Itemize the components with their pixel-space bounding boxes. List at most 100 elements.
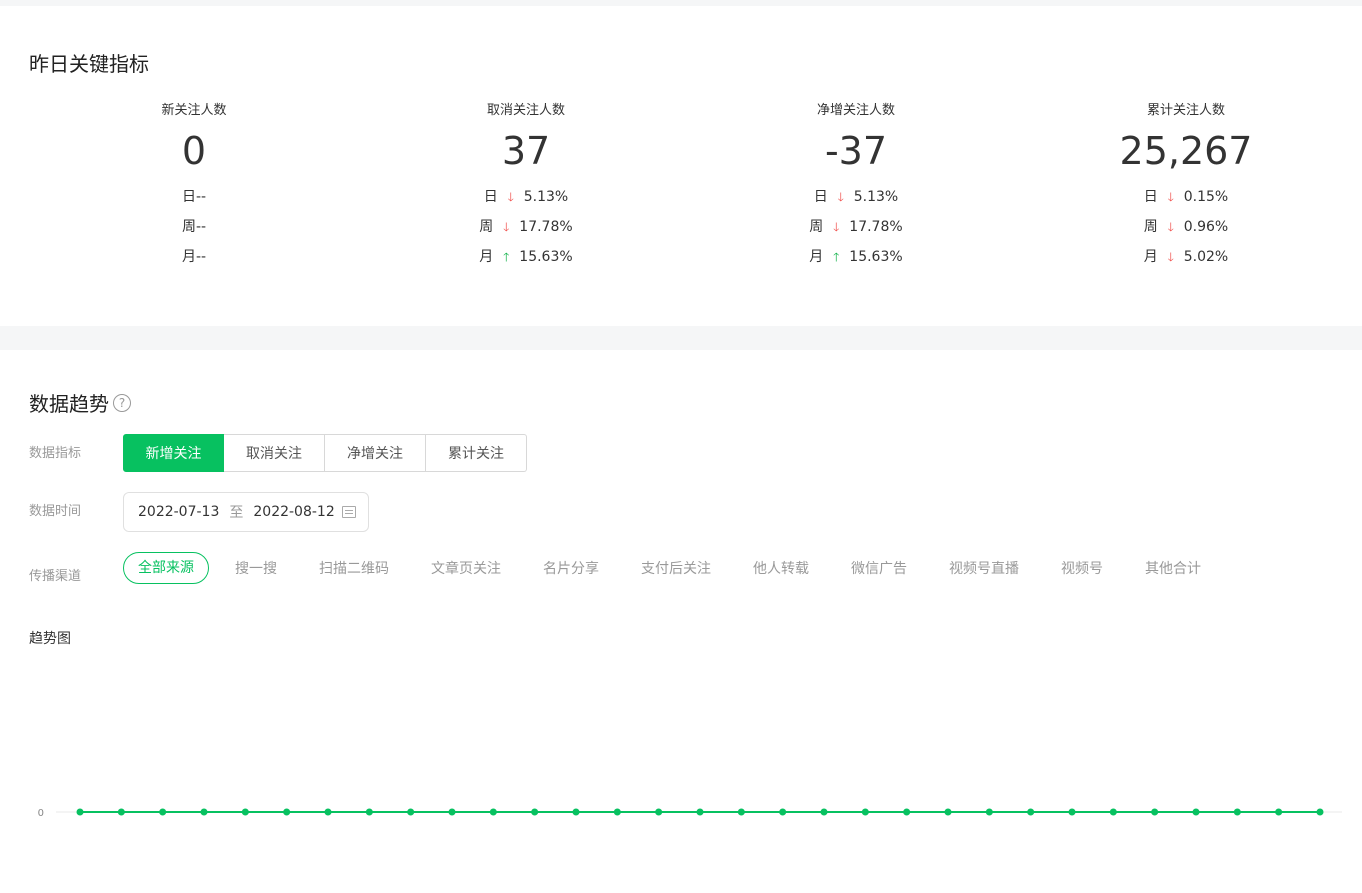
kpi-card-new-followers: 新关注人数 0 日 -- 周 -- 月 -- — [44, 100, 344, 272]
metric-unfollow-button[interactable]: 取消关注 — [224, 434, 325, 472]
kpi-row-key: 日 — [483, 189, 498, 205]
date-range-picker[interactable]: 2022-07-13 至 2022-08-12 — [123, 492, 369, 532]
kpi-row-day: 日 🡓 5.13% — [706, 182, 1006, 212]
kpi-row-key: 月 — [479, 249, 494, 265]
channel-label: 传播渠道 — [29, 569, 82, 584]
arrow-up-icon: 🡑 — [833, 250, 840, 264]
data-point[interactable] — [489, 808, 497, 816]
channel-search[interactable]: 搜一搜 — [235, 558, 277, 578]
arrow-down-icon: 🡓 — [837, 190, 844, 204]
data-point[interactable] — [820, 808, 828, 816]
data-point[interactable] — [1068, 808, 1076, 816]
kpi-label: 新关注人数 — [161, 103, 227, 118]
kpi-row-week: 周 🡓 17.78% — [376, 212, 676, 242]
kpi-row-key: 月 — [181, 249, 196, 265]
section-divider — [0, 326, 1362, 350]
data-point[interactable] — [76, 808, 84, 816]
data-point[interactable] — [324, 808, 332, 816]
channel-card-share[interactable]: 名片分享 — [543, 558, 599, 578]
arrow-down-icon: 🡓 — [833, 220, 840, 234]
kpi-row-value: -- — [195, 219, 207, 235]
kpi-row-day: 日 🡓 0.15% — [1036, 182, 1336, 212]
data-point[interactable] — [241, 808, 249, 816]
kpi-row-week: 周 -- — [44, 212, 344, 242]
arrow-down-icon: 🡓 — [503, 220, 510, 234]
chart-title: 趋势图 — [29, 631, 71, 647]
kpi-card-unfollowers: 取消关注人数 37 日 🡓 5.13% 周 🡓 17.78% 月 🡑 15.63% — [376, 100, 676, 272]
kpi-row-week: 周 🡓 17.78% — [706, 212, 1006, 242]
top-spacer — [0, 0, 1362, 6]
data-point[interactable] — [779, 808, 787, 816]
calendar-icon[interactable] — [342, 506, 356, 518]
kpi-section-title: 昨日关键指标 — [29, 52, 149, 76]
kpi-row-key: 周 — [181, 219, 196, 235]
y-tick-label: 0 — [38, 808, 44, 819]
channel-repost[interactable]: 他人转载 — [753, 558, 809, 578]
data-point[interactable] — [283, 808, 291, 816]
data-point[interactable] — [655, 808, 663, 816]
kpi-row-key: 日 — [1143, 189, 1158, 205]
kpi-card-net-followers: 净增关注人数 -37 日 🡓 5.13% 周 🡓 17.78% 月 🡑 15.63% — [706, 100, 1006, 272]
metric-total-follow-button[interactable]: 累计关注 — [426, 434, 527, 472]
time-label: 数据时间 — [29, 504, 82, 519]
data-point[interactable] — [944, 808, 952, 816]
kpi-row-key: 月 — [1143, 249, 1158, 265]
data-point[interactable] — [1027, 808, 1035, 816]
kpi-row-month: 月 🡑 15.63% — [706, 242, 1006, 272]
metric-button-group: 新增关注 取消关注 净增关注 累计关注 — [123, 434, 527, 472]
data-point[interactable] — [365, 808, 373, 816]
kpi-row-key: 周 — [1143, 219, 1158, 235]
kpi-value: 0 — [181, 129, 207, 173]
metric-new-follow-button[interactable]: 新增关注 — [123, 434, 224, 472]
kpi-row-value: 17.78% — [849, 219, 903, 235]
data-point[interactable] — [407, 808, 415, 816]
data-point[interactable] — [1316, 808, 1324, 816]
kpi-card-total-followers: 累计关注人数 25,267 日 🡓 0.15% 周 🡓 0.96% 月 🡓 5.02% — [1036, 100, 1336, 272]
channel-after-payment[interactable]: 支付后关注 — [641, 558, 711, 578]
data-point[interactable] — [1275, 808, 1283, 816]
channel-all[interactable]: 全部来源 — [123, 552, 209, 584]
metric-label: 数据指标 — [29, 446, 82, 461]
data-point[interactable] — [903, 808, 911, 816]
kpi-row-value: 5.13% — [853, 189, 899, 205]
kpi-row-value: 0.96% — [1183, 219, 1229, 235]
arrow-up-icon: 🡑 — [503, 250, 510, 264]
trend-title-text: 数据趋势 — [29, 392, 109, 416]
data-point[interactable] — [200, 808, 208, 816]
data-point[interactable] — [737, 808, 745, 816]
data-point[interactable] — [159, 808, 167, 816]
channel-article[interactable]: 文章页关注 — [431, 558, 501, 578]
kpi-row-value: -- — [195, 189, 207, 205]
arrow-down-icon: 🡓 — [1167, 250, 1174, 264]
data-point[interactable] — [531, 808, 539, 816]
question-circle-icon[interactable]: ? — [113, 393, 131, 412]
channel-qrcode[interactable]: 扫描二维码 — [319, 558, 389, 578]
data-point[interactable] — [985, 808, 993, 816]
kpi-row-month: 月 🡓 5.02% — [1036, 242, 1336, 272]
kpi-label: 净增关注人数 — [816, 103, 895, 118]
data-point[interactable] — [613, 808, 621, 816]
data-point[interactable] — [1233, 808, 1241, 816]
data-point[interactable] — [572, 808, 580, 816]
data-point[interactable] — [1151, 808, 1159, 816]
data-point[interactable] — [448, 808, 456, 816]
channel-others[interactable]: 其他合计 — [1145, 558, 1201, 578]
data-point[interactable] — [1109, 808, 1117, 816]
data-point[interactable] — [1192, 808, 1200, 816]
metric-net-follow-button[interactable]: 净增关注 — [325, 434, 426, 472]
channel-wechat-ads[interactable]: 微信广告 — [851, 558, 907, 578]
kpi-row-value: 0.15% — [1183, 189, 1229, 205]
channel-channels-live[interactable]: 视频号直播 — [949, 558, 1019, 578]
trend-chart: 0 — [38, 808, 1342, 819]
kpi-value: 25,267 — [1119, 129, 1253, 173]
kpi-row-month: 月 -- — [44, 242, 344, 272]
data-point[interactable] — [861, 808, 869, 816]
channel-channels[interactable]: 视频号 — [1061, 558, 1103, 578]
data-point[interactable] — [696, 808, 704, 816]
date-end[interactable]: 2022-08-12 — [253, 504, 334, 520]
kpi-row-key: 周 — [809, 219, 824, 235]
data-point[interactable] — [117, 808, 125, 816]
arrow-down-icon: 🡓 — [1167, 220, 1174, 234]
date-start[interactable]: 2022-07-13 — [138, 504, 219, 520]
trend-section-title: 数据趋势 ? — [29, 388, 131, 417]
